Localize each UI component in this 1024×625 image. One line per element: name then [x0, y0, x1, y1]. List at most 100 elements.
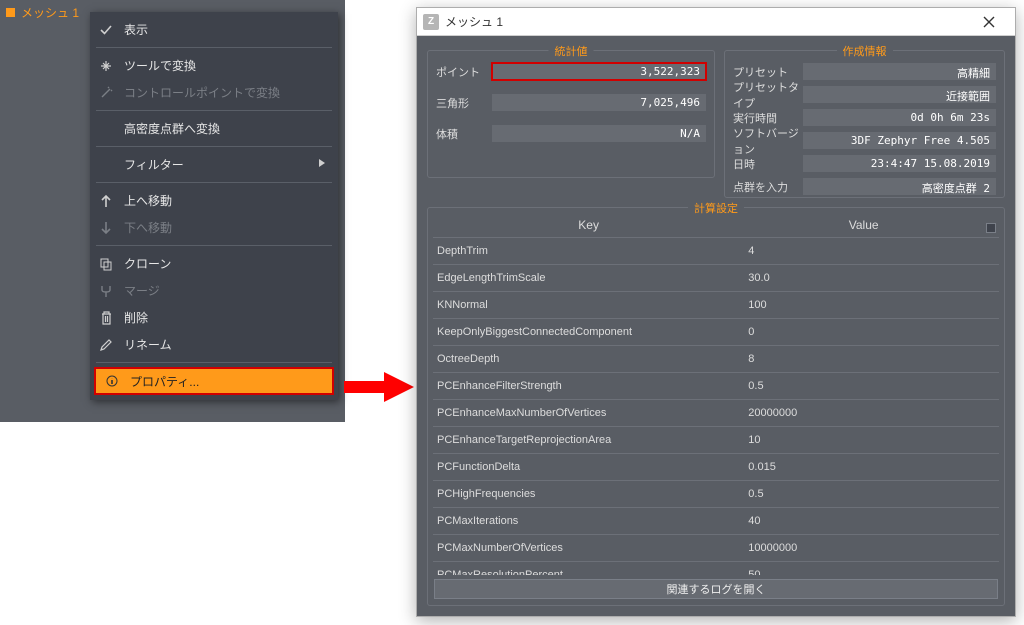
settings-value: 8	[744, 353, 999, 365]
stats-row: 体積N/A	[436, 123, 706, 144]
blank-icon	[98, 157, 114, 173]
settings-row[interactable]: PCEnhanceFilterStrength0.5	[433, 373, 999, 400]
blank-icon	[98, 121, 114, 137]
settings-key: OctreeDepth	[433, 353, 744, 365]
dialog-titlebar[interactable]: Z メッシュ 1	[417, 8, 1015, 36]
settings-value: 30.0	[744, 272, 999, 284]
settings-key: EdgeLengthTrimScale	[433, 272, 744, 284]
settings-menu-button[interactable]	[983, 218, 999, 237]
settings-value: 20000000	[744, 407, 999, 419]
settings-key: PCEnhanceMaxNumberOfVertices	[433, 407, 744, 419]
settings-legend: 計算設定	[688, 200, 744, 216]
stats-row: ポイント3,522,323	[436, 61, 706, 82]
wand-icon	[98, 85, 114, 101]
settings-key: PCEnhanceFilterStrength	[433, 380, 744, 392]
tree-item-label: メッシュ 1	[21, 4, 79, 21]
properties-dialog: Z メッシュ 1 統計値 ポイント3,522,323 三角形7,025,496 体積…	[416, 7, 1016, 617]
settings-row[interactable]: KeepOnlyBiggestConnectedComponent0	[433, 319, 999, 346]
settings-key: PCFunctionDelta	[433, 461, 744, 473]
settings-row[interactable]: PCMaxIterations40	[433, 508, 999, 535]
header-value: Value	[744, 218, 983, 237]
settings-key: KeepOnlyBiggestConnectedComponent	[433, 326, 744, 338]
arrow-down-icon	[98, 220, 114, 236]
settings-key: PCMaxNumberOfVertices	[433, 542, 744, 554]
settings-value: 0.015	[744, 461, 999, 473]
settings-value: 40	[744, 515, 999, 527]
stats-row: 三角形7,025,496	[436, 92, 706, 113]
menu-properties[interactable]: プロパティ...	[94, 367, 334, 395]
settings-value: 0.5	[744, 380, 999, 392]
settings-value: 10	[744, 434, 999, 446]
settings-key: DepthTrim	[433, 245, 744, 257]
workspace-tree-panel: メッシュ 1 表示 ツールで変換 コントロールポイントで変換 高密度点群へ変換	[0, 0, 345, 422]
info-label: プリセットタイプ	[733, 79, 803, 111]
menu-display[interactable]: 表示	[90, 16, 338, 43]
info-row: 点群を入力高密度点群 2	[733, 176, 996, 197]
menu-clone[interactable]: クローン	[90, 250, 338, 277]
settings-row[interactable]: OctreeDepth8	[433, 346, 999, 373]
settings-fieldset: 計算設定 Key Value DepthTrim4EdgeLengthTrimS…	[427, 207, 1005, 606]
open-log-button[interactable]: 関連するログを開く	[434, 579, 998, 599]
menu-separator	[96, 182, 332, 183]
settings-row[interactable]: EdgeLengthTrimScale30.0	[433, 265, 999, 292]
info-value: 高精細	[803, 63, 996, 80]
settings-value: 4	[744, 245, 999, 257]
info-value: 23:4:47 15.08.2019	[803, 155, 996, 172]
dialog-title: メッシュ 1	[445, 13, 967, 30]
settings-rows-viewport[interactable]: DepthTrim4EdgeLengthTrimScale30.0KNNorma…	[433, 238, 999, 575]
submenu-arrow-icon	[318, 158, 326, 171]
stat-label: ポイント	[436, 64, 492, 80]
context-menu: 表示 ツールで変換 コントロールポイントで変換 高密度点群へ変換 フィルター	[90, 12, 338, 400]
menu-transform-tool[interactable]: ツールで変換	[90, 52, 338, 79]
menu-separator	[96, 110, 332, 111]
stat-value: 3,522,323	[492, 63, 706, 80]
info-label: 実行時間	[733, 110, 803, 126]
menu-to-dense-pointcloud[interactable]: 高密度点群へ変換	[90, 115, 338, 142]
settings-row[interactable]: PCEnhanceTargetReprojectionArea10	[433, 427, 999, 454]
settings-row[interactable]: PCFunctionDelta0.015	[433, 454, 999, 481]
settings-row[interactable]: PCEnhanceMaxNumberOfVertices20000000	[433, 400, 999, 427]
pencil-icon	[98, 337, 114, 353]
arrow-up-icon	[98, 193, 114, 209]
info-legend: 作成情報	[837, 43, 893, 59]
menu-separator	[96, 245, 332, 246]
settings-value: 50	[744, 569, 999, 575]
info-value: 高密度点群 2	[803, 178, 996, 195]
settings-value: 0.5	[744, 488, 999, 500]
settings-header: Key Value	[433, 218, 999, 238]
settings-key: PCHighFrequencies	[433, 488, 744, 500]
settings-key: PCMaxResolutionPercent	[433, 569, 744, 575]
menu-separator	[96, 362, 332, 363]
menu-move-up[interactable]: 上へ移動	[90, 187, 338, 214]
check-icon	[98, 22, 114, 38]
menu-separator	[96, 146, 332, 147]
settings-row[interactable]: DepthTrim4	[433, 238, 999, 265]
info-row: 日時23:4:47 15.08.2019	[733, 153, 996, 174]
info-label: 日時	[733, 156, 803, 172]
settings-value: 10000000	[744, 542, 999, 554]
close-button[interactable]	[967, 9, 1011, 35]
copy-icon	[98, 256, 114, 272]
info-value: 3DF Zephyr Free 4.505	[803, 132, 996, 149]
stats-legend: 統計値	[549, 43, 594, 59]
settings-key: PCMaxIterations	[433, 515, 744, 527]
settings-key: KNNormal	[433, 299, 744, 311]
menu-rename[interactable]: リネーム	[90, 331, 338, 358]
settings-row[interactable]: PCMaxNumberOfVertices10000000	[433, 535, 999, 562]
stat-label: 体積	[436, 126, 492, 142]
menu-move-down: 下へ移動	[90, 214, 338, 241]
mesh-swatch-icon	[6, 8, 15, 17]
settings-row[interactable]: KNNormal100	[433, 292, 999, 319]
settings-key: PCEnhanceTargetReprojectionArea	[433, 434, 744, 446]
settings-value: 0	[744, 326, 999, 338]
menu-delete[interactable]: 削除	[90, 304, 338, 331]
settings-row[interactable]: PCHighFrequencies0.5	[433, 481, 999, 508]
menu-filter[interactable]: フィルター	[90, 151, 338, 178]
tree-item-mesh[interactable]: メッシュ 1	[6, 4, 79, 21]
callout-arrow-icon	[344, 372, 414, 402]
info-label: 点群を入力	[733, 179, 803, 195]
settings-row[interactable]: PCMaxResolutionPercent50	[433, 562, 999, 575]
info-icon	[104, 373, 120, 389]
info-label: プリセット	[733, 64, 803, 80]
info-value: 0d 0h 6m 23s	[803, 109, 996, 126]
